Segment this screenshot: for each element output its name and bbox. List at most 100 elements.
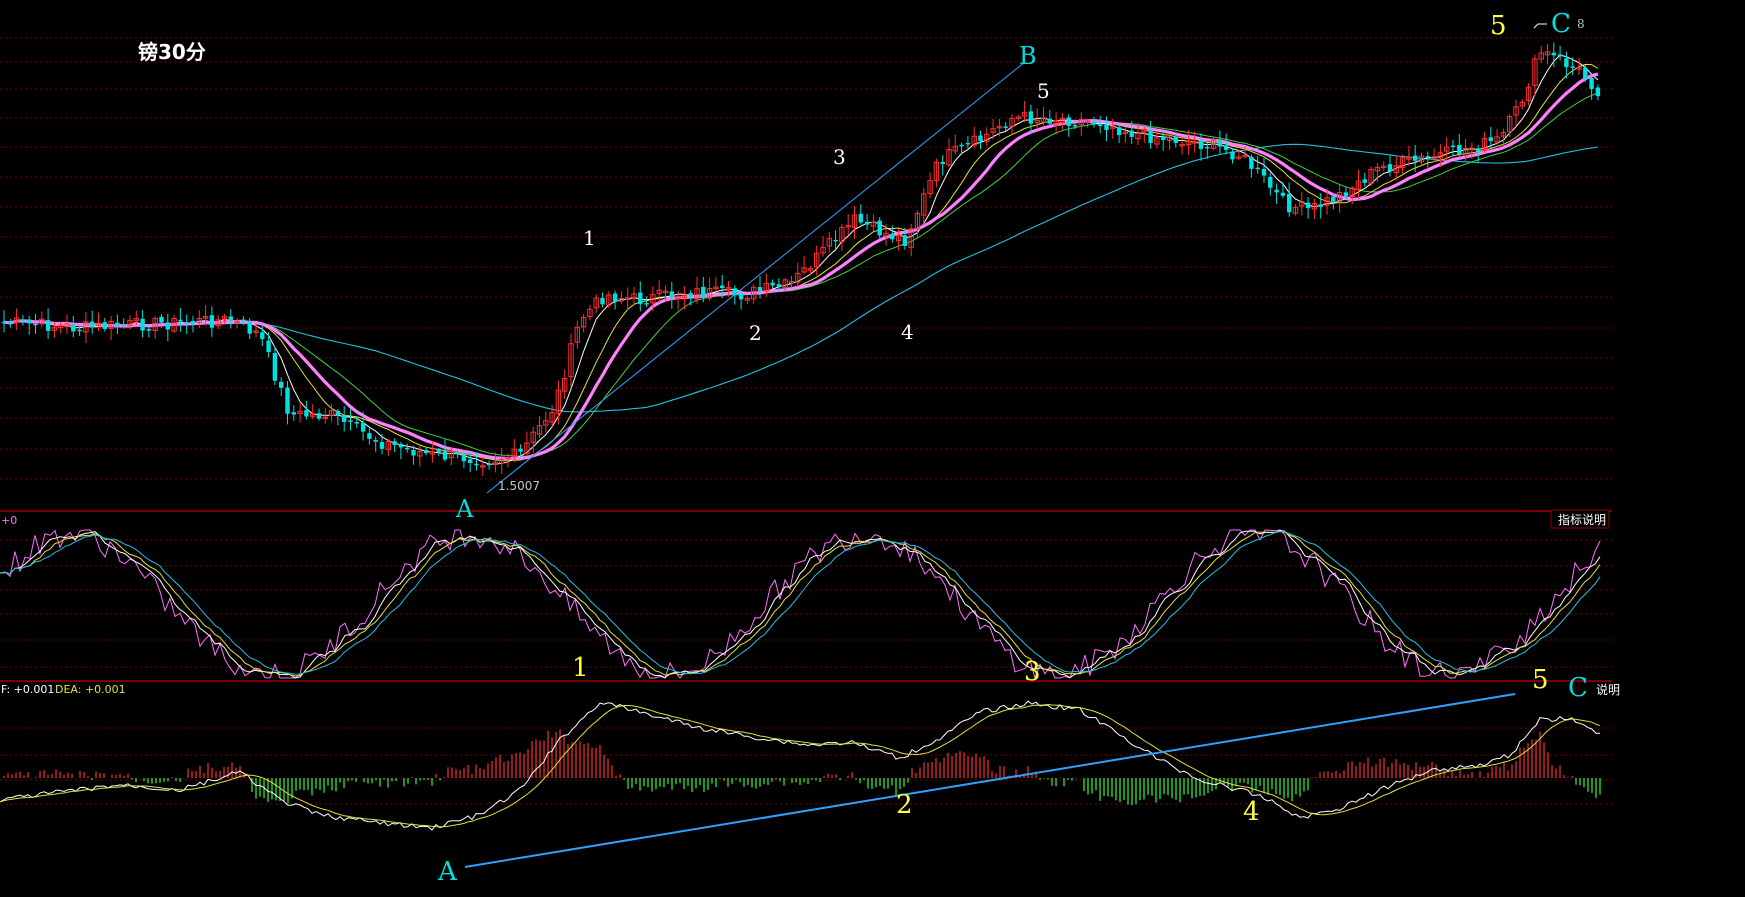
candle-body [228,316,233,322]
candle-body [638,292,643,305]
candle-body [1104,124,1109,130]
wave-label: A [455,495,474,523]
wave-label: 1 [583,226,596,250]
candle-body [1305,202,1311,209]
candle-body [115,322,120,327]
candle-body [1173,136,1178,143]
candle-body [373,439,378,442]
candle-body [776,284,782,288]
candle-body [1261,168,1267,176]
candle-body [1255,167,1260,170]
candle-body [965,142,971,145]
wave-label: 1 [572,653,589,683]
wave-label: 3 [833,145,846,169]
candle-body [27,319,32,324]
chart-title: 镑30分 [138,40,206,64]
candle-body [858,213,863,223]
candle-body [902,235,908,246]
candle-body [20,319,26,322]
wave-label: 4 [1243,797,1260,827]
candle-body [1072,124,1078,127]
candle-body [959,144,964,147]
macd-label: F: +0.001 [1,683,54,696]
candle-body [688,293,693,298]
wave-label: 8 [1577,17,1585,31]
indicator-button-label[interactable]: 指标说明 [1558,512,1606,527]
candle-body [1425,156,1430,158]
wave-label: 3 [1024,657,1041,687]
candle-body [165,322,170,330]
candle-body [940,161,945,164]
candle-body [833,239,838,242]
candle-body [1249,156,1254,169]
candle-body [486,463,492,466]
candle-body [1217,140,1223,147]
candle-body [398,443,404,448]
candle-body [1274,189,1279,193]
wave-label: B [1019,42,1037,70]
wave-label: A [437,857,458,887]
wave-label: C [1551,9,1571,39]
candle-body [455,451,460,454]
candle-body [360,422,366,432]
candle-body [423,450,429,454]
wave-label: 5 [1490,11,1507,41]
wave-label: C [1568,673,1588,703]
candle-body [247,321,252,334]
candle-body [1028,111,1034,124]
candle-body [178,319,183,322]
candle-body [600,298,605,305]
candle-body [1066,117,1071,127]
candle-body [1129,130,1134,137]
candle-body [90,321,95,328]
candle-body [644,303,649,305]
wave-label: 4 [901,320,914,344]
candle-body [738,293,744,300]
candle-body [978,135,983,142]
candle-body [285,387,290,414]
candle-body [720,285,725,289]
candle-body [316,413,322,419]
candle-body [266,340,271,353]
indicator-button-label-2[interactable]: 说明 [1596,682,1620,697]
candle-body [1003,126,1008,129]
dea-label: DEA: +0.001 [55,683,126,696]
candle-body [304,410,309,417]
candle-body [102,322,107,329]
candle-body [1488,137,1493,142]
candle-body [77,329,82,332]
candle-body [474,463,479,466]
candle-body [1589,77,1594,90]
candle-body [342,415,347,422]
candle-body [1268,176,1273,188]
candle-body [367,433,372,439]
candle-body [1205,146,1210,149]
candle-body [1362,179,1367,183]
wave-label: 2 [896,790,913,820]
candle-body [518,448,523,452]
candle-body [1091,121,1097,125]
candle-body [1287,193,1292,213]
candle-body [33,323,38,326]
candle-body [392,441,397,445]
candle-body [1413,155,1418,161]
candle-body [1551,52,1556,56]
candle-body [1280,192,1286,196]
candle-body [405,447,410,450]
candle-body [335,410,341,416]
candle-body [411,450,416,456]
candle-body [8,321,13,324]
candle-body [1387,164,1393,172]
candle-body [1161,136,1166,141]
candle-body [121,324,126,327]
candle-body [1331,196,1336,202]
price-label: 1.5007 [498,479,540,493]
kdj-label: +0 [1,514,17,527]
candle-body [1116,127,1122,136]
candle-body [260,332,265,340]
candle-body [241,319,246,322]
wave-label: 2 [749,321,762,345]
candle-body [1224,145,1229,150]
candle-body [1148,131,1153,143]
candle-body [612,293,618,302]
